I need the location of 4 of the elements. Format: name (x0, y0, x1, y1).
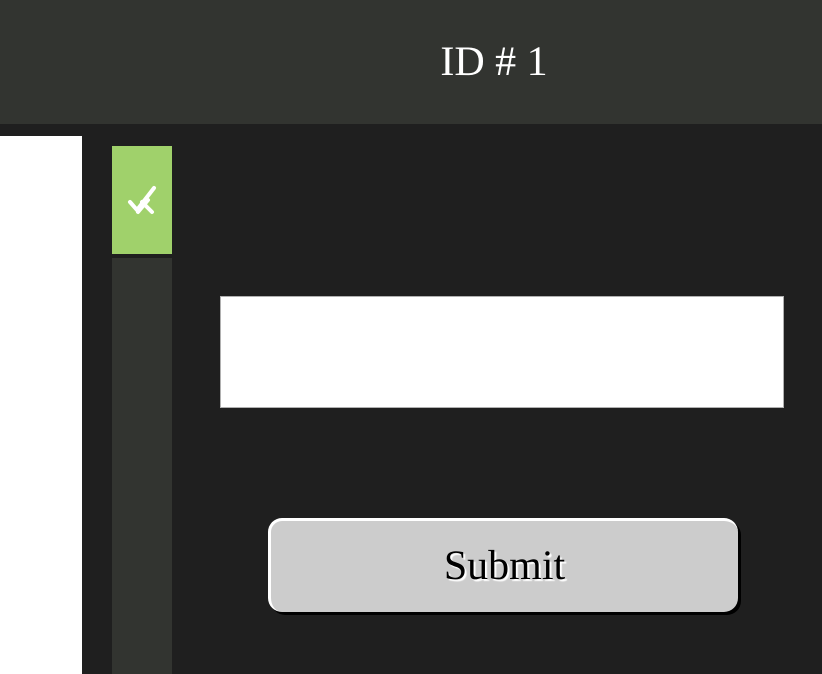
check-tile[interactable] (112, 146, 172, 254)
input-field[interactable] (220, 296, 784, 408)
page-title: ID # 1 (440, 41, 548, 83)
submit-button[interactable]: Submit (268, 518, 738, 612)
